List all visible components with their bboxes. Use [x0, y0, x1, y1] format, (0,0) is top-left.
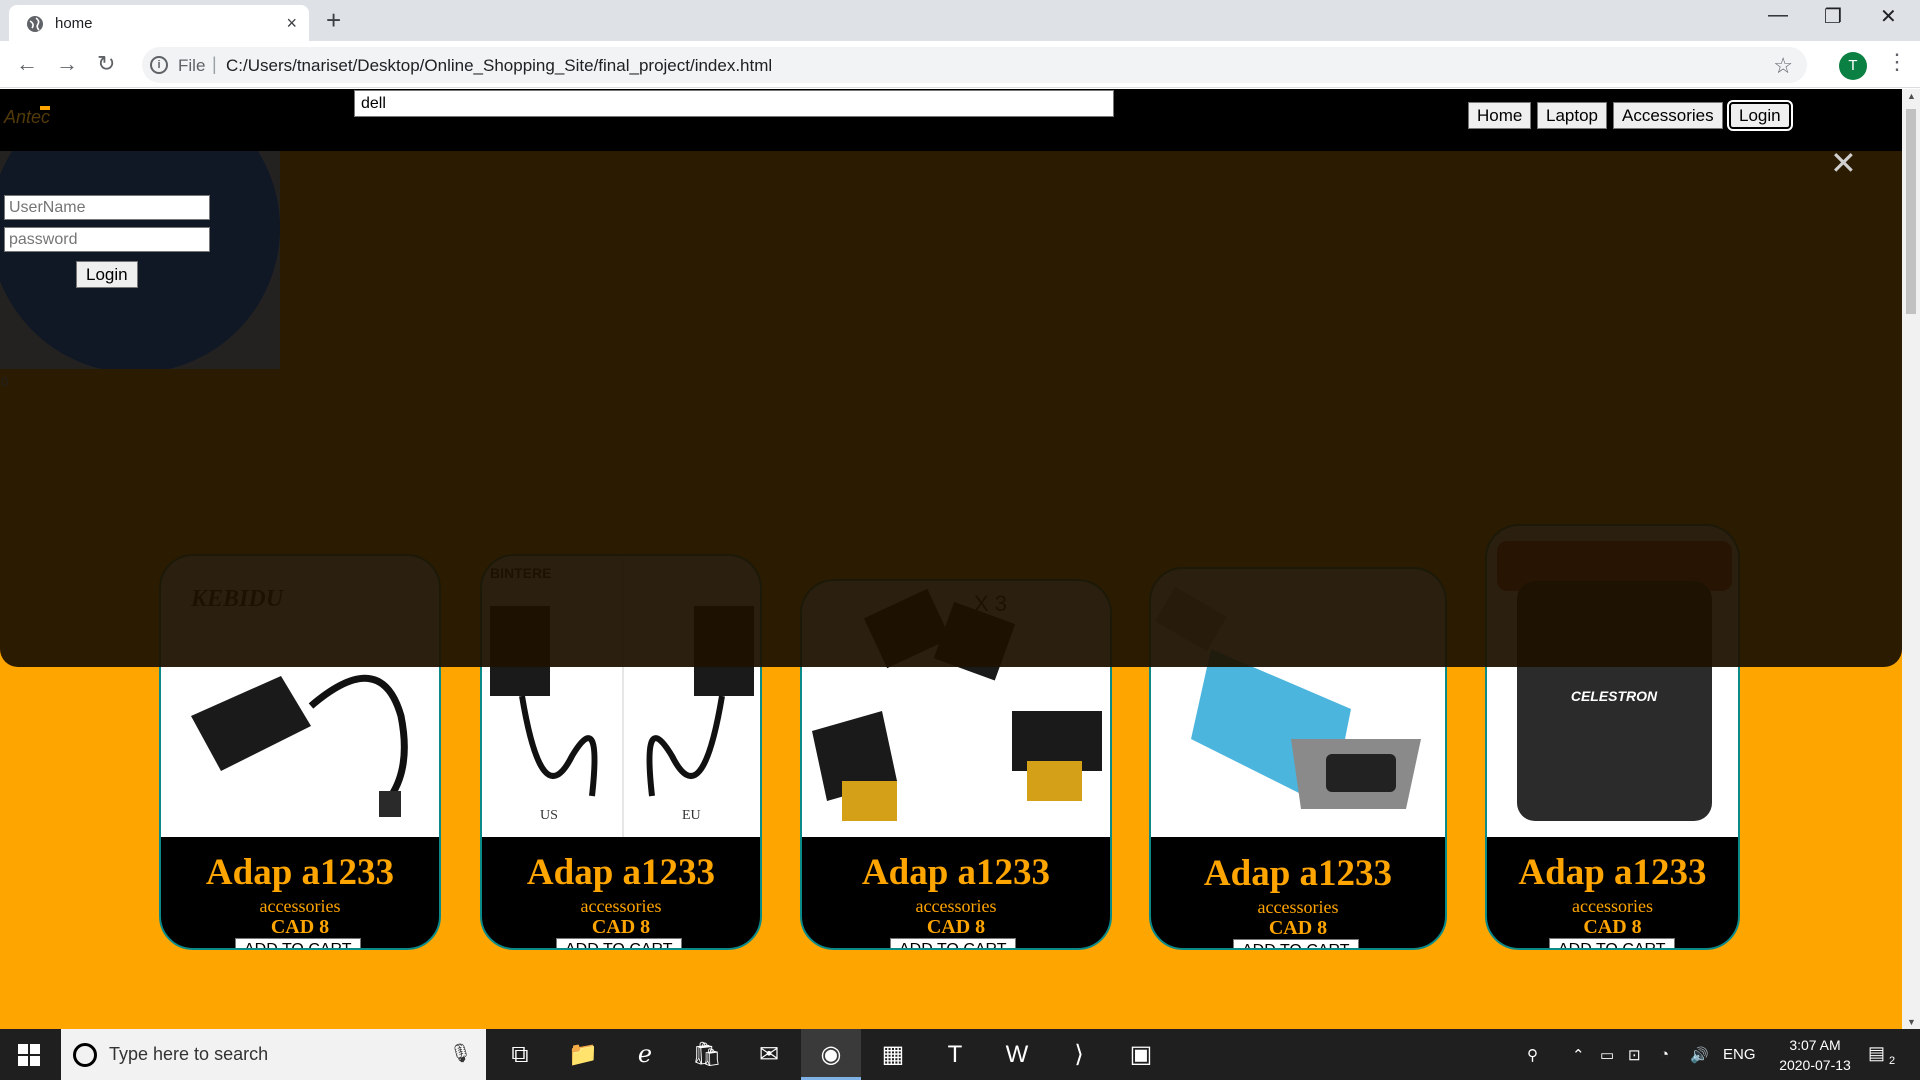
browser-toolbar: ← → ↻ i File | C:/Users/tnariset/Desktop… [0, 41, 1920, 88]
product-name: Adap a1233 [205, 852, 395, 893]
product-category: accessories [915, 896, 997, 916]
product-price: CAD 8 [1583, 916, 1642, 938]
chrome-icon[interactable]: ◉ [801, 1029, 861, 1080]
tray-chevron-icon[interactable]: ⌃ [1572, 1046, 1585, 1064]
tab-close-icon[interactable]: × [286, 13, 297, 34]
nav-laptop-button[interactable]: Laptop [1537, 102, 1607, 129]
nav-home-button[interactable]: Home [1468, 102, 1532, 129]
clock-date: 2020-07-13 [1779, 1057, 1851, 1073]
sheets-icon[interactable]: ▦ [863, 1029, 923, 1080]
cortana-icon[interactable] [73, 1043, 97, 1067]
product-name: Adap a1233 [1203, 853, 1393, 894]
username-field[interactable] [4, 195, 210, 220]
close-icon[interactable]: ✕ [1830, 144, 1857, 182]
word-icon[interactable]: W [987, 1029, 1047, 1080]
taskbar-search-placeholder: Type here to search [109, 1044, 269, 1064]
mail-icon[interactable]: ✉ [739, 1029, 799, 1080]
product-price: CAD 8 [1268, 917, 1328, 939]
vscode-icon[interactable]: ⟩ [1049, 1029, 1109, 1080]
nav-accessories-button[interactable]: Accessories [1613, 102, 1723, 129]
product-category: accessories [580, 896, 662, 916]
product-price: CAD 8 [926, 916, 986, 938]
cart-logo-icon [0, 151, 280, 369]
file-explorer-icon[interactable]: 📁 [553, 1029, 613, 1080]
add-to-cart-button[interactable]: ADD TO CART [556, 938, 682, 948]
close-window-button[interactable]: ✕ [1880, 4, 1897, 29]
product-category: accessories [1572, 896, 1653, 916]
site-logo[interactable]: Antec [4, 107, 50, 128]
page-viewport: Antec Home Laptop Accessories Login KEBI… [0, 89, 1902, 1029]
product-price: CAD 8 [591, 916, 651, 938]
url-separator: | [212, 54, 217, 74]
new-tab-button[interactable]: + [326, 6, 341, 34]
store-icon[interactable]: 🛍 [677, 1029, 737, 1080]
product-category: accessories [1257, 897, 1339, 917]
reload-icon[interactable]: ↻ [97, 51, 115, 77]
product-category: accessories [259, 896, 341, 916]
login-overlay: ✕ Login 0 [0, 145, 1902, 667]
browser-tab-strip: home × + — ❐ ✕ [0, 0, 1920, 41]
browser-menu-icon[interactable]: ⋮ [1886, 49, 1908, 75]
scroll-down-icon[interactable]: ▼ [1907, 1017, 1916, 1027]
page-scrollbar[interactable]: ▲ ▼ [1902, 89, 1920, 1029]
edge-icon[interactable]: ℯ [615, 1029, 675, 1080]
product-label-us: US [540, 808, 558, 823]
url-scheme: File [178, 56, 206, 75]
battery-icon[interactable]: ▭ [1600, 1046, 1614, 1064]
product-name: Adap a1233 [1518, 852, 1707, 893]
windows-taskbar: Type here to search 🎙 ⧉ 📁 ℯ 🛍 ✉ ◉ ▦ T W … [0, 1029, 1920, 1080]
product-label-eu: EU [682, 808, 701, 823]
add-to-cart-button[interactable]: ADD TO CART [1549, 938, 1675, 948]
back-arrow-icon[interactable]: ← [16, 51, 38, 77]
site-header: Antec Home Laptop Accessories Login [0, 89, 1902, 151]
product-name: Adap a1233 [861, 852, 1051, 893]
notification-count: 2 [1889, 1055, 1896, 1067]
search-input[interactable] [354, 90, 1114, 117]
product-brand: CELESTRON [1571, 688, 1658, 704]
scroll-up-icon[interactable]: ▲ [1907, 91, 1916, 101]
url-text[interactable]: C:/Users/tnariset/Desktop/Online_Shoppin… [226, 56, 772, 76]
product-price: CAD 8 [270, 916, 330, 938]
address-bar[interactable]: i File | C:/Users/tnariset/Desktop/Onlin… [142, 47, 1807, 83]
system-clock[interactable]: 3:07 AM 2020-07-13 [1770, 1035, 1860, 1075]
minimize-button[interactable]: — [1768, 4, 1788, 27]
task-view-icon[interactable]: ⧉ [490, 1029, 550, 1080]
wifi-icon[interactable]: ◔ [1660, 1046, 1669, 1063]
globe-icon [27, 16, 43, 32]
info-icon[interactable]: i [150, 56, 168, 74]
product-name: Adap a1233 [526, 852, 716, 893]
add-to-cart-button[interactable]: ADD TO CART [1233, 939, 1359, 948]
microphone-icon[interactable]: 🎙 [449, 1043, 472, 1064]
photos-icon[interactable]: ▣ [1111, 1029, 1171, 1080]
tab-title: home [55, 15, 93, 32]
add-to-cart-button[interactable]: ADD TO CART [235, 938, 361, 948]
scrollbar-thumb[interactable] [1906, 109, 1916, 314]
volume-icon[interactable]: 🔊 [1690, 1046, 1709, 1064]
taskbar-search-box[interactable]: Type here to search 🎙 [61, 1029, 486, 1080]
clock-time: 3:07 AM [1789, 1037, 1841, 1053]
add-to-cart-button[interactable]: ADD TO CART [890, 938, 1016, 948]
people-icon[interactable]: ⚲ [1527, 1046, 1538, 1064]
nav-login-button[interactable]: Login [1727, 100, 1793, 131]
browser-tab[interactable]: home × [9, 5, 309, 41]
cart-count: 0 [1, 374, 9, 389]
teams-icon[interactable]: T [925, 1029, 985, 1080]
maximize-button[interactable]: ❐ [1824, 4, 1842, 29]
login-panel [0, 151, 280, 369]
language-indicator[interactable]: ENG [1723, 1046, 1756, 1063]
profile-avatar[interactable]: T [1839, 52, 1867, 80]
windows-start-icon[interactable] [18, 1044, 40, 1066]
bookmark-star-icon[interactable]: ☆ [1773, 53, 1793, 79]
login-submit-button[interactable]: Login [76, 261, 138, 288]
notification-icon[interactable]: ▤ [1868, 1043, 1885, 1064]
forward-arrow-icon[interactable]: → [56, 51, 78, 77]
security-icon[interactable]: ⊡ [1628, 1046, 1641, 1064]
password-field[interactable] [4, 227, 210, 252]
